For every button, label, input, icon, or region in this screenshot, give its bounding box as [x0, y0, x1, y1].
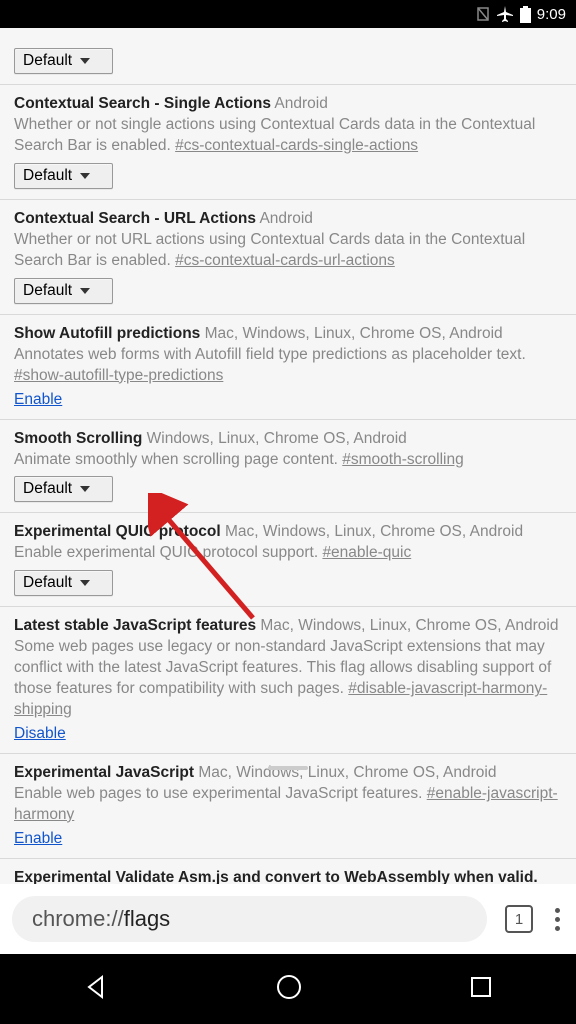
flag-hash-link[interactable]: #show-autofill-type-predictions: [14, 367, 223, 384]
flag-desc-text: Animate smoothly when scrolling page con…: [14, 451, 342, 468]
enable-link[interactable]: Enable: [14, 391, 62, 409]
flag-dropdown[interactable]: Default: [14, 476, 113, 502]
flag-title: Contextual Search - URL Actions: [14, 210, 256, 227]
dot-icon: [555, 908, 560, 913]
flag-platforms: Android: [271, 95, 328, 112]
dropdown-value: Default: [23, 282, 72, 300]
dropdown-value: Default: [23, 167, 72, 185]
dot-icon: [555, 926, 560, 931]
flag-title: Smooth Scrolling: [14, 430, 142, 447]
home-button[interactable]: [275, 973, 303, 1006]
drag-handle[interactable]: [268, 766, 308, 770]
url-bar[interactable]: chrome://flags: [12, 896, 487, 942]
flag-platforms: Mac, Windows, Linux, Chrome OS, Android: [200, 325, 502, 342]
flag-dropdown[interactable]: Default: [14, 163, 113, 189]
flag-item: Default: [0, 28, 576, 85]
flag-platforms: Mac, Windows, Linux, Chrome OS, Android: [194, 764, 496, 781]
flag-desc-text: Enable experimental QUIC protocol suppor…: [14, 544, 322, 561]
chevron-down-icon: [80, 173, 90, 179]
flag-dropdown[interactable]: Default: [14, 278, 113, 304]
flag-description: Some web pages use legacy or non-standar…: [14, 637, 562, 721]
flag-item: Experimental QUIC protocol Mac, Windows,…: [0, 513, 576, 607]
tab-count-value: 1: [515, 911, 523, 928]
url-prefix: chrome://: [32, 906, 124, 932]
flag-title: Experimental JavaScript: [14, 764, 194, 781]
flag-dropdown[interactable]: Default: [14, 570, 113, 596]
tab-switcher[interactable]: 1: [505, 905, 533, 933]
flag-description: Whether or not URL actions using Context…: [14, 230, 562, 272]
flag-platforms: Windows, Linux, Chrome OS, Android: [142, 430, 406, 447]
android-nav-bar: [0, 954, 576, 1024]
airplane-mode-icon: [496, 5, 514, 23]
browser-toolbar: chrome://flags 1: [0, 884, 576, 954]
dot-icon: [555, 917, 560, 922]
flag-item: Contextual Search - URL Actions Android …: [0, 200, 576, 315]
dropdown-value: Default: [23, 480, 72, 498]
url-path: flags: [124, 906, 170, 932]
enable-link[interactable]: Enable: [14, 830, 62, 848]
recents-button[interactable]: [469, 975, 493, 1004]
flag-platforms: Mac, Windows, Linux, Chrome OS, Android: [221, 523, 523, 540]
flag-title: Contextual Search - Single Actions: [14, 95, 271, 112]
flag-platforms: Mac, Windows, Linux, Chrome OS, Android: [256, 617, 558, 634]
flag-dropdown[interactable]: Default: [14, 48, 113, 74]
flag-hash-link[interactable]: #cs-contextual-cards-single-actions: [175, 137, 418, 154]
flag-item: Smooth Scrolling Windows, Linux, Chrome …: [0, 420, 576, 514]
flag-title: Experimental QUIC protocol: [14, 523, 221, 540]
chevron-down-icon: [80, 288, 90, 294]
disable-link[interactable]: Disable: [14, 725, 66, 743]
flag-description: Annotates web forms with Autofill field …: [14, 345, 562, 387]
flags-page: Default Contextual Search - Single Actio…: [0, 28, 576, 912]
back-button[interactable]: [83, 974, 109, 1005]
flag-description: Whether or not single actions using Cont…: [14, 115, 562, 157]
flag-description: Animate smoothly when scrolling page con…: [14, 450, 562, 471]
chevron-down-icon: [80, 580, 90, 586]
flag-title: Show Autofill predictions: [14, 325, 200, 342]
flag-item: Show Autofill predictions Mac, Windows, …: [0, 315, 576, 420]
flag-item: Contextual Search - Single Actions Andro…: [0, 85, 576, 200]
flag-item: Latest stable JavaScript features Mac, W…: [0, 607, 576, 754]
status-time: 9:09: [537, 6, 566, 23]
chevron-down-icon: [80, 58, 90, 64]
flag-platforms: Android: [256, 210, 313, 227]
flag-desc-text: Enable web pages to use experimental Jav…: [14, 785, 427, 802]
flag-hash-link[interactable]: #cs-contextual-cards-url-actions: [175, 252, 395, 269]
chevron-down-icon: [80, 486, 90, 492]
flag-list: Default Contextual Search - Single Actio…: [0, 28, 576, 912]
no-sim-icon: [476, 6, 490, 22]
menu-button[interactable]: [551, 908, 564, 931]
flag-hash-link[interactable]: #smooth-scrolling: [342, 451, 463, 468]
flag-hash-link[interactable]: #enable-quic: [322, 544, 411, 561]
battery-icon: [520, 6, 531, 23]
flag-description: Enable experimental QUIC protocol suppor…: [14, 543, 562, 564]
flag-desc-text: Annotates web forms with Autofill field …: [14, 346, 526, 363]
flag-description: Enable web pages to use experimental Jav…: [14, 784, 562, 826]
dropdown-value: Default: [23, 574, 72, 592]
dropdown-value: Default: [23, 52, 72, 70]
flag-title: Latest stable JavaScript features: [14, 617, 256, 634]
status-bar: 9:09: [0, 0, 576, 28]
